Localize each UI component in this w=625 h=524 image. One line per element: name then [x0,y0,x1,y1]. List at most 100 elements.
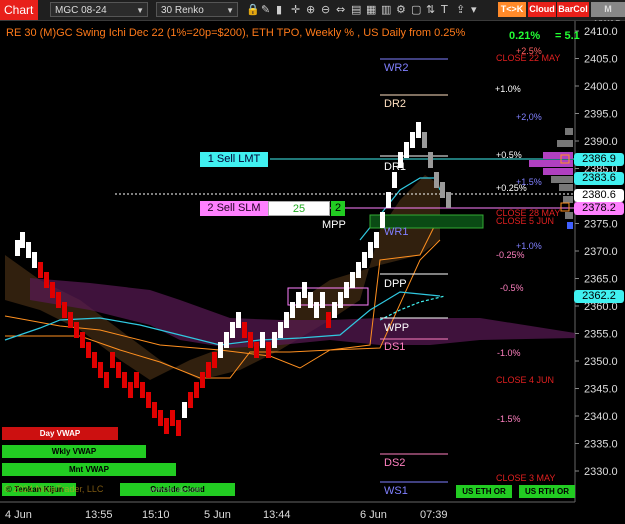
scroll-icon[interactable]: ⇔ [336,3,349,16]
chart-menu-button[interactable]: Chart [0,0,38,20]
renko-brick [434,172,439,188]
renko-brick [368,242,373,258]
renko-brick [440,182,445,198]
renko-brick [362,252,367,268]
tpo-row [567,222,573,229]
mvwap-toggle-button[interactable]: M VWAP [591,2,625,29]
renko-brick [374,232,379,248]
x-tick-label: 13:44 [263,509,291,521]
renko-brick [158,410,163,426]
x-tick-label: 07:39 [420,509,448,521]
price-tag: 2378.2 [574,202,624,215]
close-label: CLOSE 4 JUN [496,375,554,385]
level-dr1-label: DR1 [384,161,406,173]
renko-brick [140,382,145,398]
x-tick-label: 6 Jun [360,509,387,521]
renko-brick [332,302,337,318]
level-dpp-label: DPP [384,278,407,290]
chart-trader-icon[interactable]: ⇅ [426,3,439,16]
x-tick-label: 13:55 [85,509,113,521]
bar-style-icon[interactable]: ▮ [276,3,289,16]
draw-tools-icon[interactable]: ✎ [261,3,274,16]
lock-icon[interactable]: 🔒 [246,3,260,16]
renko-brick [416,122,421,138]
barcol-toggle-button[interactable]: BarCol [557,2,589,17]
renko-brick [272,332,277,348]
period-value: 30 Renko [161,5,204,16]
price-tag: 2362.2 [574,290,624,303]
renko-brick [326,312,331,328]
x-tick-label: 15:10 [142,509,170,521]
renko-brick [116,362,121,378]
order-quantity[interactable]: 25 [268,201,330,216]
y-tick-label: 2400.0 [584,81,618,93]
renko-brick [278,322,283,338]
strategies-icon[interactable]: ▦ [366,3,379,16]
zoom-in-icon[interactable]: ⊕ [306,3,319,16]
pct-label: +1.0% [495,84,521,94]
crosshair-icon[interactable]: ✛ [291,3,304,16]
renko-brick [338,292,343,308]
pct-label: +0.5% [496,150,522,160]
price-tag: 2386.9 [574,153,624,166]
tpo-row [565,128,573,135]
sell-limit-order-label[interactable]: 1 Sell LMT [200,152,268,167]
renko-brick [248,332,253,348]
renko-brick [314,302,319,318]
y-tick-label: 2365.0 [584,274,618,286]
properties-icon[interactable]: ⚙ [396,3,409,16]
y-tick-label: 2370.0 [584,246,618,258]
renko-brick [56,292,61,308]
renko-brick [74,322,79,338]
us-eth-or-button[interactable]: US ETH OR [456,485,512,498]
y-tick-label: 2390.0 [584,136,618,148]
close-label: CLOSE 5 JUN [496,216,554,226]
level-wr1-label: WR1 [384,226,408,238]
renko-brick [110,352,115,368]
order-quantity-secondary[interactable]: 2 [331,201,345,216]
y-tick-label: 2335.0 [584,439,618,451]
templates-icon[interactable]: ▥ [381,3,394,16]
chart-title: RE 30 (M)GC Swing Ichi Dec 22 (1%=20p=$2… [6,27,466,39]
text-icon[interactable]: T [441,3,454,16]
more-icon[interactable]: ▾ [471,3,484,16]
instrument-selector[interactable]: MGC 08-24 ▼ [50,2,148,17]
y-tick-label: 2375.0 [584,219,618,231]
renko-brick [260,332,265,348]
y-tick-label: 2330.0 [584,466,618,478]
tk-toggle-button[interactable]: T<>K [498,2,526,17]
y-tick-label: 2345.0 [584,384,618,396]
renko-brick [128,382,133,398]
x-tick-label: 4 Jun [5,509,32,521]
tpo-row [557,140,573,147]
indicators-icon[interactable]: ▤ [351,3,364,16]
renko-brick [104,372,109,388]
monthly-vwap-label: Mnt VWAP [2,463,176,476]
share-icon[interactable]: ⇪ [456,3,469,16]
renko-brick [296,292,301,308]
renko-brick [446,192,451,208]
renko-brick [134,372,139,388]
us-rth-or-button[interactable]: US RTH OR [519,485,575,498]
renko-brick [32,252,37,268]
data-box-icon[interactable]: ▢ [411,3,424,16]
day-vwap-label: Day VWAP [2,427,118,440]
renko-brick [350,272,355,288]
pct-label: -0.5% [500,283,524,293]
sell-stop-order-label[interactable]: 2 Sell SLM [200,201,268,216]
renko-brick [254,342,259,358]
y-tick-label: 2395.0 [584,109,618,121]
renko-brick [404,142,409,158]
zoom-out-icon[interactable]: ⊖ [321,3,334,16]
period-selector[interactable]: 30 Renko ▼ [156,2,238,17]
pct-label: -0.25% [496,250,525,260]
renko-brick [200,372,205,388]
url-text: www.tm-alo.com [150,487,202,494]
renko-brick [242,322,247,338]
cloud-toggle-button[interactable]: Cloud [528,2,556,17]
renko-brick [308,292,313,308]
renko-brick [392,172,397,188]
chart-toolbar: Chart MGC 08-24 ▼ 30 Renko ▼ 🔒 ✎ ▮ ✛ ⊕ ⊖ ⇔ ▤ ▦ ▥ ⚙… [0,0,625,29]
renko-brick [50,282,55,298]
pct-label: -1.0% [497,348,521,358]
